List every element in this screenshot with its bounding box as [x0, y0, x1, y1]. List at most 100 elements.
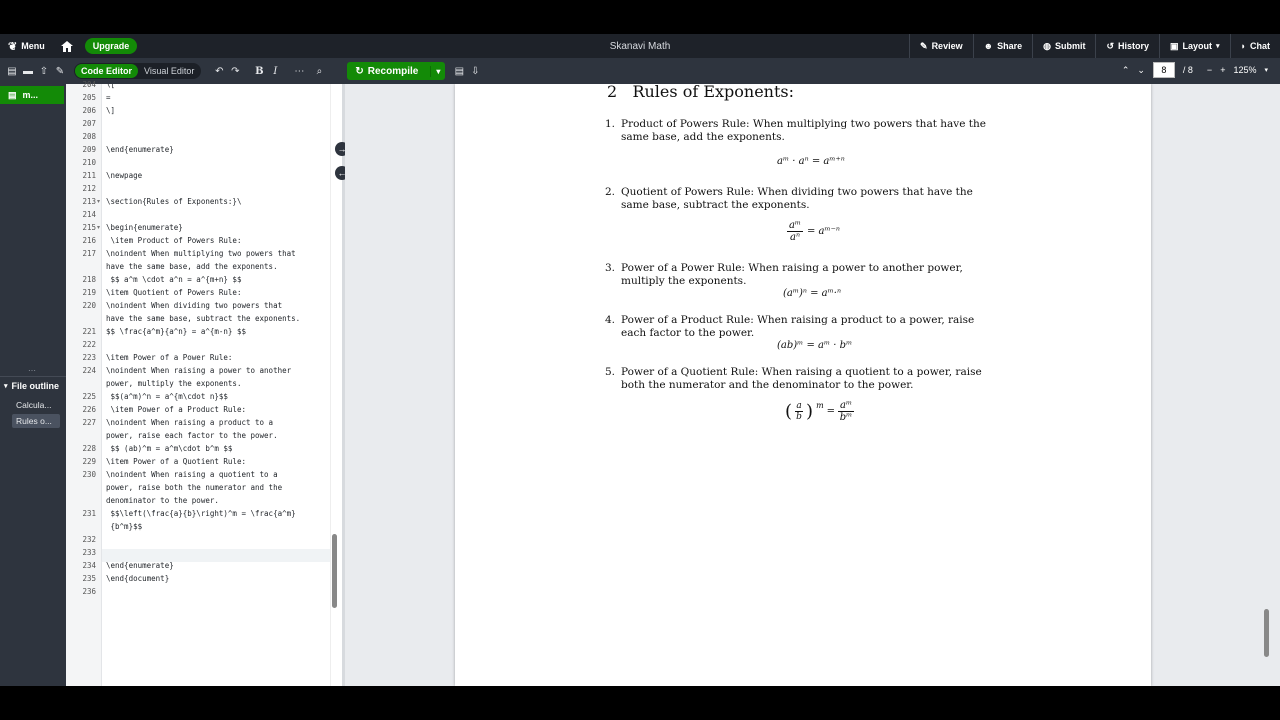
refresh-icon: ↻ [355, 65, 364, 77]
edit-icon[interactable]: ✎ [52, 63, 68, 79]
line-number: 212 [82, 184, 96, 193]
top-bar: ❦ Menu Upgrade Skanavi Math ✎ Review ☻ S… [0, 34, 1280, 58]
next-page-icon[interactable]: ⌄ [1137, 65, 1145, 76]
code-editor[interactable]: \[= \] \end{enumerate} \newpage \section{Rul… [102, 84, 330, 686]
equation-1: aᵐ · aⁿ = aᵐ⁺ⁿ [777, 156, 845, 167]
zoom-out-icon[interactable]: − [1207, 65, 1212, 75]
code-line: \section{Rules of Exponents:}\ [106, 197, 242, 206]
new-folder-icon[interactable]: ▬ [20, 63, 36, 79]
line-number: 222 [82, 340, 96, 349]
active-file-item[interactable]: ▤ m... [0, 86, 64, 104]
prev-page-icon[interactable]: ⌃ [1122, 65, 1130, 76]
code-line: \noindent When raising a quotient to a [106, 470, 278, 479]
code-line: \noindent When dividing two powers that [106, 301, 283, 310]
share-button[interactable]: ☻ Share [972, 34, 1033, 58]
overleaf-logo-icon: ❦ [8, 40, 18, 53]
recompile-options-chevron-icon[interactable]: ▾ [431, 67, 445, 76]
file-icon: ▤ [8, 89, 17, 100]
line-number: 220 [82, 301, 96, 310]
line-number: 213 [82, 197, 96, 206]
line-number: 208 [82, 132, 96, 141]
fold-toggle-icon[interactable]: ▾ [97, 224, 100, 231]
undo-icon[interactable]: ↶ [211, 63, 227, 79]
line-number: 228 [82, 444, 96, 453]
line-number: 206 [82, 106, 96, 115]
italic-icon[interactable]: I [267, 63, 283, 79]
new-file-icon[interactable]: ▤ [4, 63, 20, 79]
line-number: 221 [82, 327, 96, 336]
code-line: \end{document} [106, 574, 170, 583]
code-editor-tab[interactable]: Code Editor [75, 64, 138, 78]
code-line: \noindent When multiplying two powers th… [106, 249, 296, 258]
code-line: {b^m}$$ [106, 522, 143, 531]
globe-icon: ◍ [1043, 40, 1051, 51]
line-number: 209 [82, 145, 96, 154]
line-number: 210 [82, 158, 96, 167]
layout-icon: ▣ [1170, 40, 1179, 51]
line-number: 211 [82, 171, 96, 180]
line-number: 233 [82, 548, 96, 557]
layout-button[interactable]: ▣ Layout ▾ [1159, 34, 1230, 58]
pdf-pager: ⌃ ⌄ / 8 − + 125% ▾ [1122, 62, 1268, 78]
fold-toggle-icon[interactable]: ▾ [97, 198, 100, 205]
equation-3: (aᵐ)ⁿ = aᵐ·ⁿ [783, 288, 842, 299]
zoom-in-icon[interactable]: + [1220, 65, 1225, 75]
line-number: 204 [82, 80, 96, 89]
outline-item-rules-of-exponents[interactable]: Rules o... [12, 414, 60, 428]
visual-editor-tab[interactable]: Visual Editor [138, 64, 200, 78]
menu-label: Menu [21, 41, 45, 51]
code-line: denominator to the power. [106, 496, 219, 505]
line-number: 207 [82, 119, 96, 128]
bold-icon[interactable]: B [251, 63, 267, 79]
review-button[interactable]: ✎ Review [909, 34, 973, 58]
menu-button[interactable]: ❦ Menu [0, 34, 53, 58]
upload-icon[interactable]: ⇧ [36, 63, 52, 79]
line-number: 217 [82, 249, 96, 258]
more-icon[interactable]: ⋯ [291, 63, 307, 79]
code-line: \] [106, 106, 116, 115]
code-line: \noindent When raising a power to anothe… [106, 366, 292, 375]
line-number: 225 [82, 392, 96, 401]
chat-button[interactable]: ◗ Chat [1229, 34, 1280, 58]
code-line: $$\left(\frac{a}{b}\right)^m = \frac{a^m… [106, 509, 296, 518]
code-line: \item Product of Powers Rule: [106, 236, 242, 245]
line-number: 235 [82, 574, 96, 583]
code-line: $$(a^m)^n = a^{m\cdot n}$$ [106, 392, 228, 401]
line-number: 216 [82, 236, 96, 245]
history-icon: ↺ [1106, 40, 1114, 51]
editor-scrollbar-thumb[interactable] [332, 534, 337, 608]
pdf-scrollbar-thumb[interactable] [1264, 609, 1269, 657]
chevron-down-icon: ▾ [4, 382, 8, 390]
download-icon[interactable]: ⇩ [467, 63, 483, 79]
zoom-chevron-icon[interactable]: ▾ [1264, 66, 1268, 74]
chevron-down-icon: ▾ [1216, 43, 1220, 50]
redo-icon[interactable]: ↷ [227, 63, 243, 79]
line-number: 230 [82, 470, 96, 479]
code-line: \newpage [106, 171, 143, 180]
file-outline-header[interactable]: ▾ File outline [0, 376, 66, 394]
resize-handle-icon[interactable]: ⋯ [28, 366, 36, 375]
equation-5: ( a b ) m = aᵐ bᵐ [785, 400, 855, 423]
submit-button[interactable]: ◍ Submit [1032, 34, 1095, 58]
code-line: \begin{enumerate} [106, 223, 183, 232]
file-tree-sidebar: ▤ m... ⋯ ▾ File outline Calcula... Rules… [0, 84, 66, 686]
pdf-log-icon[interactable]: ▤ [451, 63, 467, 79]
code-line: = [106, 93, 111, 102]
outline-item-calculations[interactable]: Calcula... [12, 398, 60, 412]
upgrade-button[interactable]: Upgrade [84, 38, 138, 54]
search-icon[interactable]: ⌕ [311, 63, 327, 79]
zoom-level[interactable]: 125% [1233, 65, 1256, 75]
pdf-page: 2 Rules of Exponents: 1. Product of Powe… [455, 84, 1151, 686]
code-line: \end{enumerate} [106, 145, 174, 154]
page-number-input[interactable] [1152, 62, 1175, 78]
home-button[interactable] [53, 34, 81, 58]
line-number: 224 [82, 366, 96, 375]
rule-item-5: 5. Power of a Quotient Rule: When raisin… [605, 366, 982, 391]
recompile-button[interactable]: ↻ Recompile ▾ [347, 62, 446, 80]
code-line: \item Power of a Quotient Rule: [106, 457, 246, 466]
rule-item-3: 3. Power of a Power Rule: When raising a… [605, 262, 963, 287]
history-button[interactable]: ↺ History [1095, 34, 1159, 58]
rule-item-2: 2. Quotient of Powers Rule: When dividin… [605, 186, 973, 211]
pdf-preview[interactable]: 2 Rules of Exponents: 1. Product of Powe… [345, 84, 1280, 686]
code-line: \noindent When raising a product to a [106, 418, 274, 427]
